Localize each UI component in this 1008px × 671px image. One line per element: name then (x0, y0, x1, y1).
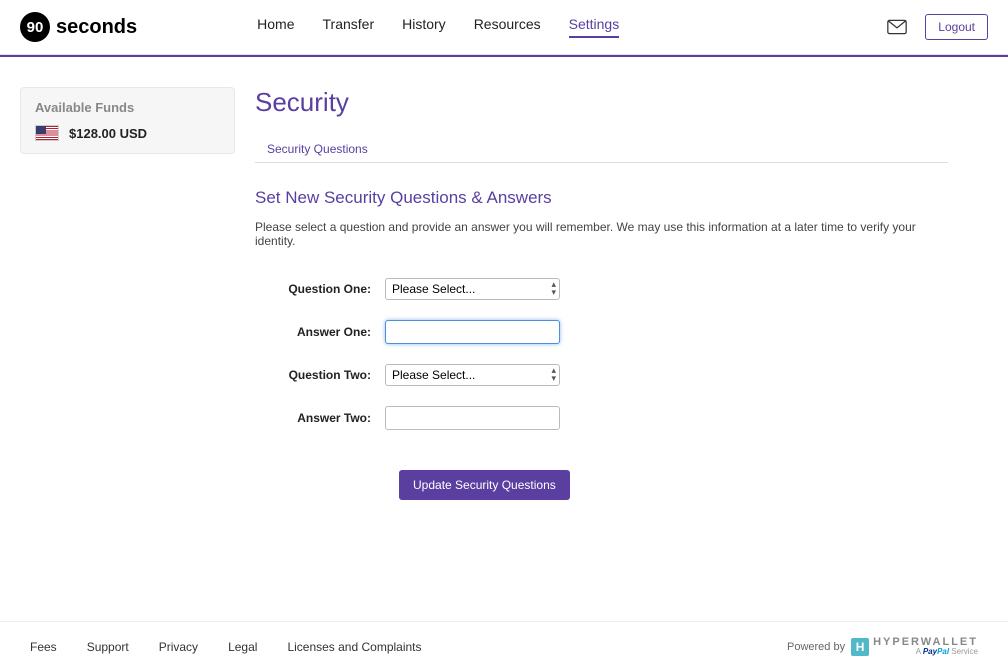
nav-settings[interactable]: Settings (569, 16, 620, 38)
logo: 90 seconds (20, 12, 137, 42)
select-question-two[interactable]: Please Select... (385, 364, 560, 386)
footer-link-licenses[interactable]: Licenses and Complaints (287, 640, 421, 654)
funds-row: $128.00 USD (35, 125, 220, 141)
hyperwallet-logo: H HYPERWALLET A PayPal Service (851, 637, 978, 656)
powered-label: Powered by (787, 641, 845, 653)
header: 90 seconds Home Transfer History Resourc… (0, 0, 1008, 55)
label-answer-two: Answer Two: (255, 411, 385, 425)
tabs: Security Questions (255, 136, 948, 163)
footer: Fees Support Privacy Legal Licenses and … (0, 621, 1008, 671)
label-question-one: Question One: (255, 282, 385, 296)
nav-transfer[interactable]: Transfer (323, 16, 375, 38)
powered-by: Powered by H HYPERWALLET A PayPal Servic… (787, 637, 978, 656)
mail-icon[interactable] (887, 19, 907, 35)
label-answer-one: Answer One: (255, 325, 385, 339)
row-question-one: Question One: Please Select... ▴▾ (255, 278, 948, 300)
nav-resources[interactable]: Resources (474, 16, 541, 38)
flag-us-icon (35, 125, 59, 141)
nav-home[interactable]: Home (257, 16, 294, 38)
row-question-two: Question Two: Please Select... ▴▾ (255, 364, 948, 386)
footer-link-privacy[interactable]: Privacy (159, 640, 198, 654)
logout-button[interactable]: Logout (925, 14, 988, 40)
footer-links: Fees Support Privacy Legal Licenses and … (30, 640, 422, 654)
sidebar: Available Funds $128.00 USD (20, 87, 235, 500)
update-security-questions-button[interactable]: Update Security Questions (399, 470, 570, 500)
submit-row: Update Security Questions (399, 470, 948, 500)
hyperwallet-sub: A PayPal Service (873, 648, 978, 656)
nav-history[interactable]: History (402, 16, 446, 38)
logo-text: seconds (56, 16, 137, 39)
select-question-one[interactable]: Please Select... (385, 278, 560, 300)
footer-link-legal[interactable]: Legal (228, 640, 257, 654)
logo-badge: 90 (20, 12, 50, 42)
row-answer-one: Answer One: (255, 320, 948, 344)
tab-security-questions[interactable]: Security Questions (265, 136, 370, 162)
section-title: Set New Security Questions & Answers (255, 188, 948, 208)
nav: Home Transfer History Resources Settings (257, 16, 619, 38)
input-answer-one[interactable] (385, 320, 560, 344)
hyperwallet-icon: H (851, 638, 869, 656)
section-desc: Please select a question and provide an … (255, 220, 948, 248)
page-title: Security (255, 87, 948, 118)
main: Security Security Questions Set New Secu… (255, 87, 988, 500)
header-right: Logout (887, 14, 988, 40)
label-question-two: Question Two: (255, 368, 385, 382)
funds-amount: $128.00 USD (69, 126, 147, 141)
funds-card: Available Funds $128.00 USD (20, 87, 235, 154)
row-answer-two: Answer Two: (255, 406, 948, 430)
content: Available Funds $128.00 USD Security Sec… (0, 57, 1008, 500)
funds-title: Available Funds (35, 100, 220, 115)
input-answer-two[interactable] (385, 406, 560, 430)
footer-link-fees[interactable]: Fees (30, 640, 57, 654)
footer-link-support[interactable]: Support (87, 640, 129, 654)
